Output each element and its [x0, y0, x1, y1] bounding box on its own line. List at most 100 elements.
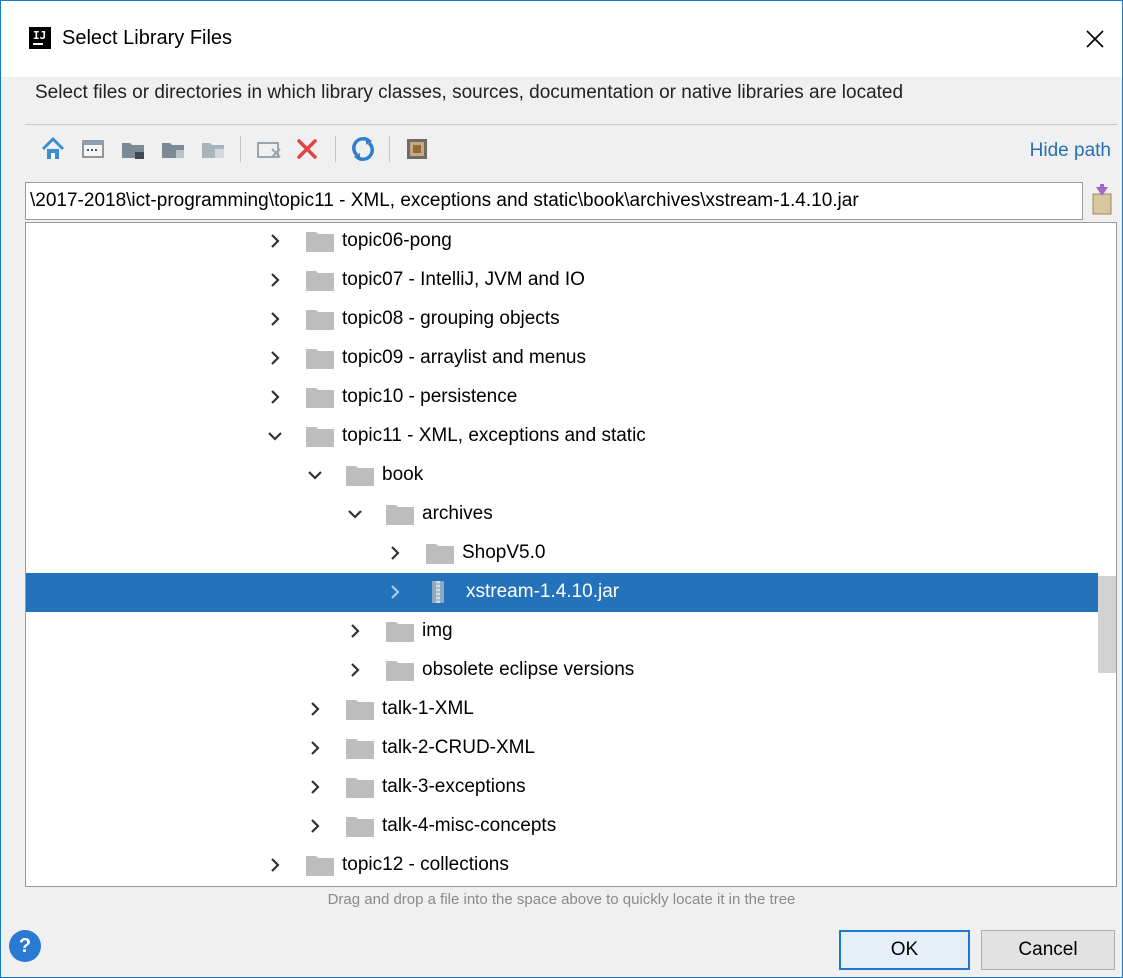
tree-folder-row[interactable]: img: [26, 612, 1098, 651]
tree-folder-row[interactable]: topic08 - grouping objects: [26, 300, 1098, 339]
drag-drop-hint: Drag and drop a file into the space abov…: [327, 891, 796, 908]
toolbar-separator: [240, 136, 241, 162]
delete-icon: [297, 139, 317, 159]
chevron-down-icon[interactable]: [306, 466, 324, 484]
new-folder-icon: [257, 142, 281, 158]
dialog-description: Select files or directories in which lib…: [35, 82, 904, 103]
title-bar[interactable]: IJ Select Library Files: [1, 1, 1122, 77]
tree-folder-row[interactable]: book: [26, 456, 1098, 495]
help-button[interactable]: ?: [9, 930, 41, 962]
tree-folder-row[interactable]: talk-2-CRUD-XML: [26, 729, 1098, 768]
tree-scrollbar[interactable]: [1098, 223, 1116, 886]
jar-file-icon: [426, 581, 454, 603]
close-button[interactable]: [1071, 15, 1119, 63]
delete-button[interactable]: [293, 135, 321, 163]
select-library-files-dialog: IJ Select Library Files Select files or …: [0, 0, 1123, 978]
tree-folder-row[interactable]: talk-3-exceptions: [26, 768, 1098, 807]
chevron-right-icon[interactable]: [266, 232, 284, 250]
folder-icon: [306, 854, 334, 876]
path-history-icon: [1092, 184, 1112, 215]
folder-icon: [306, 269, 334, 291]
chevron-right-icon[interactable]: [266, 271, 284, 289]
folder-icon: [346, 815, 374, 837]
tree-file-row[interactable]: xstream-1.4.10.jar: [26, 573, 1098, 612]
home-icon: [41, 136, 65, 159]
chevron-right-icon[interactable]: [306, 700, 324, 718]
tree-item-label: talk-2-CRUD-XML: [382, 737, 536, 758]
cancel-button[interactable]: Cancel: [981, 930, 1115, 970]
folder-icon: [306, 386, 334, 408]
chevron-right-icon[interactable]: [306, 739, 324, 757]
module-folder-icon: [162, 143, 184, 158]
file-tree[interactable]: topic12 - collections talk-4-misc-concept…: [25, 222, 1117, 887]
tree-item-label: topic09 - arraylist and menus: [342, 347, 586, 368]
chevron-right-icon[interactable]: [306, 778, 324, 796]
tree-item-label: topic10 - persistence: [342, 386, 518, 407]
module-folder-button[interactable]: [159, 135, 187, 163]
scrollbar-thumb[interactable]: [1098, 576, 1116, 673]
show-hidden-button[interactable]: [403, 135, 431, 163]
chevron-right-icon[interactable]: [346, 661, 364, 679]
hide-path-link[interactable]: Hide path: [1030, 140, 1111, 162]
folder-icon: [306, 425, 334, 447]
folder-icon: [306, 308, 334, 330]
chevron-right-icon[interactable]: [346, 622, 364, 640]
tree-item-label: topic12 - collections: [342, 854, 509, 875]
desktop-button[interactable]: [79, 135, 107, 163]
desktop-icon: [82, 140, 104, 158]
tree-item-label: topic06-pong: [342, 230, 452, 251]
chevron-right-icon[interactable]: [306, 817, 324, 835]
tree-item-label: obsolete eclipse versions: [422, 659, 635, 680]
folder-icon: [346, 737, 374, 759]
tree-folder-row[interactable]: archives: [26, 495, 1098, 534]
tree-item-label: topic11 - XML, exceptions and static: [342, 425, 646, 446]
tree-folder-row[interactable]: topic11 - XML, exceptions and static: [26, 417, 1098, 456]
tree-folder-row[interactable]: talk-4-misc-concepts: [26, 807, 1098, 846]
toolbar-separator: [335, 136, 336, 162]
tree-folder-row[interactable]: topic07 - IntelliJ, JVM and IO: [26, 261, 1098, 300]
path-history-button[interactable]: [1090, 184, 1114, 216]
tree-folder-row[interactable]: ShopV5.0: [26, 534, 1098, 573]
tree-folder-row[interactable]: talk-1-XML: [26, 690, 1098, 729]
home-button[interactable]: [39, 135, 67, 163]
folder-icon: [386, 503, 414, 525]
tree-folder-row[interactable]: topic10 - persistence: [26, 378, 1098, 417]
chevron-right-icon[interactable]: [386, 544, 404, 562]
project-folder-icon: [122, 143, 144, 159]
refresh-button[interactable]: [349, 135, 377, 163]
module-folder-button-2[interactable]: [199, 135, 227, 163]
tree-folder-row[interactable]: topic06-pong: [26, 223, 1098, 261]
toolbar: Hide path: [25, 132, 1117, 168]
folder-icon: [346, 698, 374, 720]
chevron-right-icon[interactable]: [266, 310, 284, 328]
path-input[interactable]: \2017-2018\ict-programming\topic11 - XML…: [25, 182, 1083, 220]
tree-item-label: talk-1-XML: [382, 698, 474, 719]
tree-item-label: archives: [422, 503, 493, 524]
chevron-right-icon[interactable]: [386, 583, 404, 601]
chevron-down-icon[interactable]: [346, 505, 364, 523]
close-icon: [1086, 30, 1104, 48]
show-hidden-icon: [407, 139, 427, 159]
tree-item-label: topic08 - grouping objects: [342, 308, 560, 329]
intellij-app-icon: IJ: [29, 27, 51, 49]
tree-folder-row[interactable]: obsolete eclipse versions: [26, 651, 1098, 690]
tree-item-label: talk-4-misc-concepts: [382, 815, 557, 836]
project-folder-button[interactable]: [119, 135, 147, 163]
chevron-right-icon[interactable]: [266, 388, 284, 406]
refresh-icon: [352, 137, 374, 161]
new-folder-button[interactable]: [255, 135, 283, 163]
tree-item-label: img: [422, 620, 453, 641]
folder-icon: [346, 464, 374, 486]
tree-item-label: ShopV5.0: [462, 542, 546, 563]
tree-folder-row[interactable]: topic09 - arraylist and menus: [26, 339, 1098, 378]
window-title: Select Library Files: [62, 27, 233, 49]
chevron-down-icon[interactable]: [266, 427, 284, 445]
folder-icon: [386, 659, 414, 681]
folder-icon: [386, 620, 414, 642]
chevron-right-icon[interactable]: [266, 349, 284, 367]
folder-icon: [306, 230, 334, 252]
ok-button[interactable]: OK: [839, 930, 970, 970]
chevron-right-icon[interactable]: [266, 856, 284, 874]
folder-icon: [426, 542, 454, 564]
tree-folder-row[interactable]: topic12 - collections: [26, 846, 1098, 885]
